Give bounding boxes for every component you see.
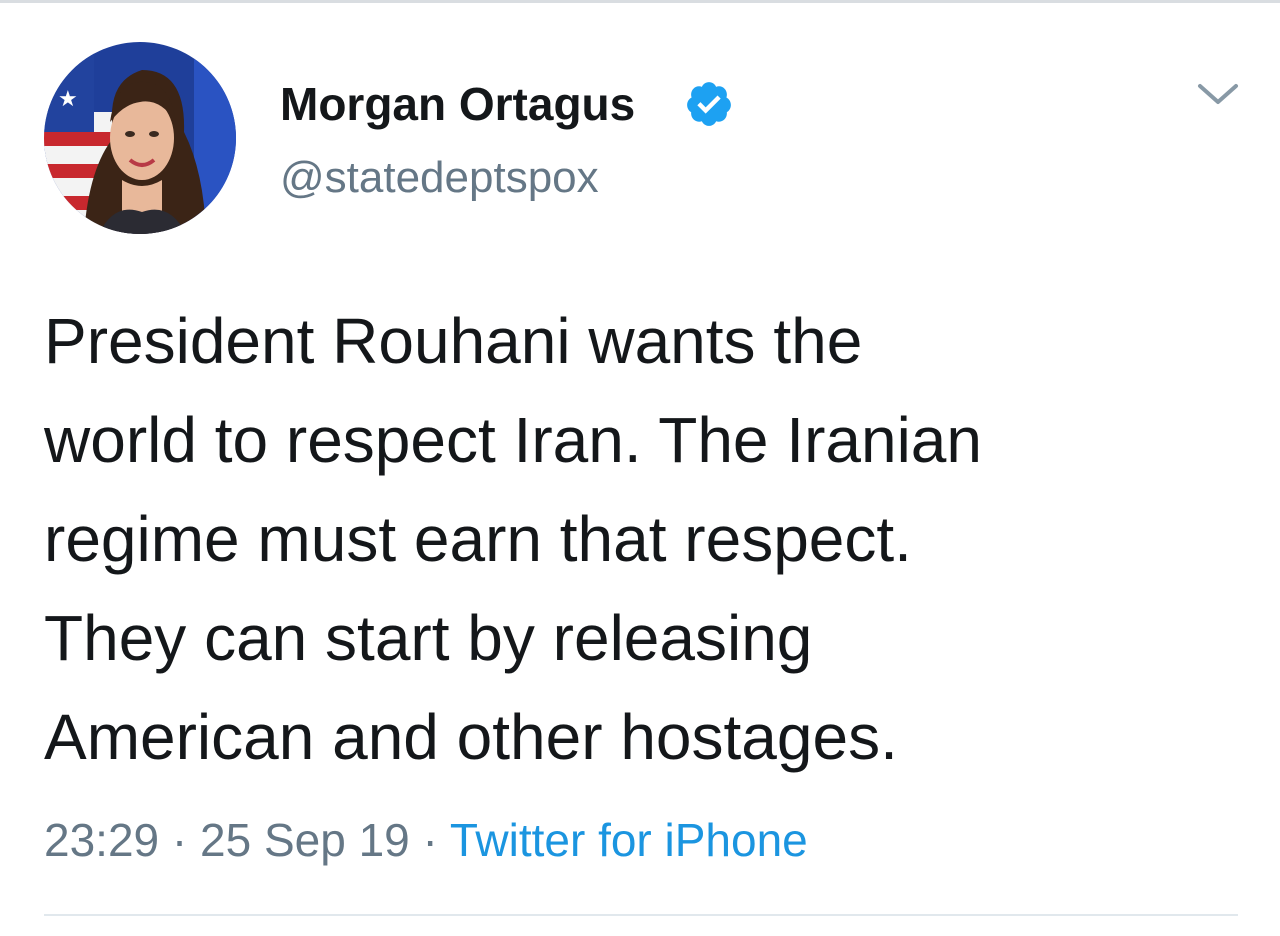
avatar[interactable]: ★: [44, 42, 236, 234]
avatar-image: ★: [44, 42, 236, 234]
tweet-date[interactable]: 25 Sep 19: [200, 814, 410, 866]
tweet-text: President Rouhani wants the world to res…: [44, 292, 1244, 787]
tweet-text-line: They can start by releasing: [44, 602, 813, 674]
chevron-down-icon[interactable]: [1196, 80, 1240, 110]
tweet-text-line: President Rouhani wants the: [44, 305, 863, 377]
svg-text:★: ★: [58, 87, 78, 112]
tweet-text-line: American and other hostages.: [44, 701, 898, 773]
divider: [44, 914, 1238, 916]
tweet-text-line: world to respect Iran. The Iranian: [44, 404, 982, 476]
tweet-text-line: regime must earn that respect.: [44, 503, 912, 575]
meta-separator: ·: [422, 814, 438, 866]
top-border: [0, 0, 1280, 3]
tweet-time[interactable]: 23:29: [44, 814, 159, 866]
tweet-source-link[interactable]: Twitter for iPhone: [450, 814, 808, 866]
tweet-meta: 23:29 · 25 Sep 19 · Twitter for iPhone: [44, 808, 808, 872]
meta-separator: ·: [171, 814, 188, 866]
verified-badge-icon: [687, 82, 731, 126]
display-name[interactable]: Morgan Ortagus: [280, 76, 635, 132]
author-handle[interactable]: @statedeptspox: [280, 150, 599, 206]
